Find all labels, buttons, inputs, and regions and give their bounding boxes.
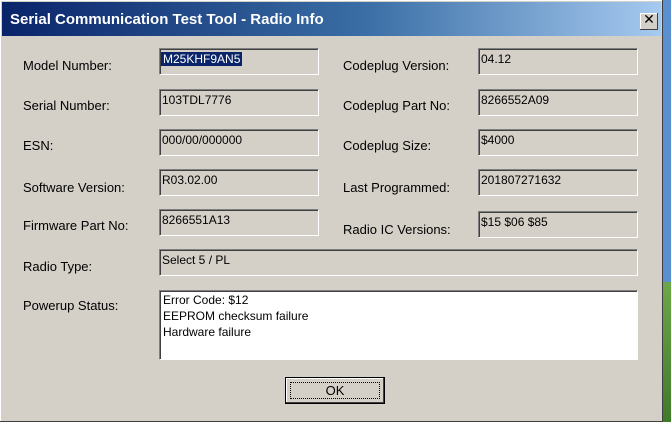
radio-type-value: Select 5 / PL bbox=[162, 253, 231, 267]
codeplug-part-no-value: 8266552A09 bbox=[481, 93, 550, 107]
radio-ic-versions-value: $15 $06 $85 bbox=[481, 215, 548, 229]
last-programmed-label: Last Programmed: bbox=[343, 180, 450, 195]
close-icon: ✕ bbox=[643, 12, 655, 28]
codeplug-version-value: 04.12 bbox=[481, 52, 512, 66]
serial-number-field[interactable]: 103TDL7776 bbox=[159, 89, 319, 116]
codeplug-size-value: $4000 bbox=[481, 133, 515, 147]
firmware-part-no-value: 8266551A13 bbox=[162, 213, 231, 227]
powerup-status-line: Error Code: $12 bbox=[163, 293, 249, 307]
software-version-label: Software Version: bbox=[23, 180, 125, 195]
esn-field[interactable]: 000/00/000000 bbox=[159, 129, 319, 156]
esn-value: 000/00/000000 bbox=[162, 133, 243, 147]
model-number-value: M25KHF9AN5 bbox=[161, 52, 243, 66]
codeplug-version-field[interactable]: 04.12 bbox=[478, 48, 638, 75]
codeplug-version-label: Codeplug Version: bbox=[343, 58, 450, 73]
firmware-part-no-label: Firmware Part No: bbox=[23, 218, 129, 233]
powerup-status-textarea[interactable]: Error Code: $12 EEPROM checksum failure … bbox=[159, 290, 638, 360]
radio-type-label: Radio Type: bbox=[23, 259, 93, 274]
codeplug-part-no-label: Codeplug Part No: bbox=[343, 98, 450, 113]
codeplug-size-field[interactable]: $4000 bbox=[478, 129, 638, 156]
powerup-status-line: Hardware failure bbox=[163, 325, 252, 339]
last-programmed-field[interactable]: 201807271632 bbox=[478, 169, 638, 196]
powerup-status-line: EEPROM checksum failure bbox=[163, 309, 309, 323]
serial-number-value: 103TDL7776 bbox=[162, 93, 232, 107]
focus-rectangle bbox=[290, 382, 380, 399]
title-bar[interactable]: Serial Communication Test Tool - Radio I… bbox=[2, 2, 661, 36]
close-button[interactable]: ✕ bbox=[640, 12, 658, 30]
software-version-value: R03.02.00 bbox=[162, 173, 218, 187]
powerup-status-label: Powerup Status: bbox=[23, 298, 119, 313]
model-number-field[interactable]: M25KHF9AN5 bbox=[159, 48, 319, 75]
codeplug-part-no-field[interactable]: 8266552A09 bbox=[478, 89, 638, 116]
serial-number-label: Serial Number: bbox=[23, 98, 110, 113]
radio-ic-versions-field[interactable]: $15 $06 $85 bbox=[478, 211, 638, 238]
last-programmed-value: 201807271632 bbox=[481, 173, 562, 187]
model-number-label: Model Number: bbox=[23, 58, 112, 73]
firmware-part-no-field[interactable]: 8266551A13 bbox=[159, 209, 319, 236]
radio-type-field[interactable]: Select 5 / PL bbox=[159, 249, 638, 276]
radio-ic-versions-label: Radio IC Versions: bbox=[343, 222, 451, 237]
window-title: Serial Communication Test Tool - Radio I… bbox=[10, 11, 324, 28]
software-version-field[interactable]: R03.02.00 bbox=[159, 169, 319, 196]
esn-label: ESN: bbox=[23, 138, 54, 153]
radio-info-dialog: Serial Communication Test Tool - Radio I… bbox=[0, 0, 663, 422]
ok-button[interactable]: OK bbox=[285, 377, 385, 404]
codeplug-size-label: Codeplug Size: bbox=[343, 138, 432, 153]
